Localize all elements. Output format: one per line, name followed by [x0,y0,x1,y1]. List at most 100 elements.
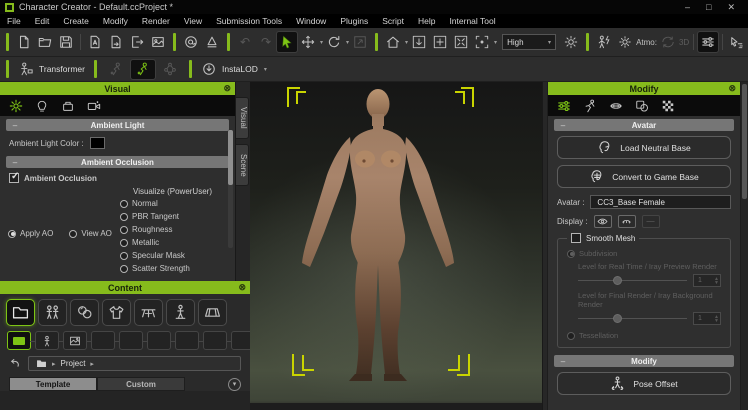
new-project-icon[interactable] [14,32,34,52]
menu-edit[interactable]: Edit [28,16,57,26]
spin-arrows-icon[interactable]: ▲▼ [714,277,720,285]
zoom-extents-icon[interactable] [451,32,471,52]
side-tab-scene[interactable]: Scene [236,144,249,187]
visualize-scatter-strength-radio[interactable]: Scatter Strength [120,262,227,275]
content-list-area[interactable] [0,391,250,410]
subcategory-empty-slot[interactable] [147,331,171,350]
category-accessory-icon[interactable] [134,299,163,326]
menu-window[interactable]: Window [289,16,333,26]
menu-script[interactable]: Script [375,16,411,26]
category-cloth-icon[interactable] [102,299,131,326]
scrollbar-thumb[interactable] [228,130,233,185]
transformer-label[interactable]: Transformer [39,64,85,74]
gizmo-tool-icon[interactable] [727,32,747,52]
stage-tab-icon[interactable] [61,99,75,113]
menu-file[interactable]: File [0,16,28,26]
category-actor-icon[interactable] [38,299,67,326]
final-level-slider[interactable] [578,318,687,319]
visualize-specular-mask-radio[interactable]: Specular Mask [120,249,227,262]
move-options-caret-icon[interactable]: ▾ [320,39,323,46]
subcategory-empty-slot[interactable] [175,331,199,350]
category-animation-icon[interactable] [166,299,195,326]
physics-toggle-icon[interactable] [594,32,614,52]
breadcrumb-project[interactable]: Project [61,359,86,368]
attributes-tab-icon[interactable] [557,99,571,113]
visual-panel-header[interactable]: Visual ⊗ [0,82,235,95]
export-file-icon[interactable] [106,32,126,52]
lighting-icon[interactable] [561,32,581,52]
subcategory-empty-slot[interactable] [91,331,115,350]
menu-render[interactable]: Render [135,16,177,26]
sync-3d-icon[interactable] [658,32,678,52]
subcategory-avatar-icon[interactable] [35,331,59,350]
subdivision-radio[interactable]: Subdivision [567,247,723,260]
convert-to-game-base-button[interactable]: Convert to Game Base [557,165,731,188]
display-settings-tab-icon[interactable] [9,99,23,113]
avatar-section-bar[interactable]: – Avatar [554,119,734,131]
visualize-normal-radio[interactable]: Normal [120,197,227,210]
material-tab-icon[interactable] [635,99,649,113]
subcategory-empty-slot[interactable] [119,331,143,350]
ambient-light-section-bar[interactable]: – Ambient Light [6,119,229,131]
subcategory-empty-slot[interactable] [203,331,227,350]
transformer-icon[interactable] [16,59,36,79]
subcategory-scene-icon[interactable] [63,331,87,350]
display-settings-icon[interactable] [698,32,718,52]
close-button[interactable]: ✕ [727,2,735,13]
category-project-icon[interactable] [6,299,35,326]
ambient-occlusion-section-bar[interactable]: – Ambient Occlusion [6,156,229,168]
modify-panel-close-icon[interactable]: ⊗ [728,82,736,95]
minimize-button[interactable]: – [685,2,690,13]
render-image-icon[interactable] [181,32,201,52]
category-stage-icon[interactable] [198,299,227,326]
open-project-icon[interactable] [35,32,55,52]
visualize-pbr-tangent-radio[interactable]: PBR Tangent [120,210,227,223]
tessellation-radio[interactable]: Tessellation [567,329,723,342]
modify-panel-header[interactable]: Modify ⊗ [548,82,740,95]
home-camera-icon[interactable] [383,32,403,52]
home-options-caret-icon[interactable]: ▾ [405,39,408,46]
collapse-icon[interactable]: – [6,158,24,167]
frame-options-caret-icon[interactable]: ▾ [494,39,497,46]
render-media-icon[interactable] [148,32,168,52]
center-view-icon[interactable] [430,32,450,52]
view-ao-radio[interactable]: View AO [69,227,112,240]
collapse-icon[interactable]: – [554,121,572,130]
frame-selection-icon[interactable] [472,32,492,52]
motion-tab-icon[interactable] [583,99,597,113]
menu-help[interactable]: Help [411,16,442,26]
scale-tool-icon[interactable] [350,32,370,52]
breadcrumb[interactable]: ▸ Project ▸ [28,356,241,371]
scrollbar-thumb[interactable] [742,84,747,199]
content-panel-header[interactable]: Content ⊗ [0,281,250,294]
import-file-icon[interactable] [85,32,105,52]
texture-tab-icon[interactable] [661,99,675,113]
content-panel-close-icon[interactable]: ⊗ [238,281,246,294]
bake-icon[interactable] [202,32,222,52]
redo-icon[interactable]: ↷ [256,32,276,52]
menu-create[interactable]: Create [56,16,96,26]
menu-view[interactable]: View [177,16,209,26]
edit-pose-mode-icon[interactable] [131,60,155,79]
send-to-icon[interactable] [127,32,147,52]
realtime-level-slider[interactable] [578,280,687,281]
final-level-spinbox[interactable]: 1▲▼ [693,312,721,325]
tab-custom[interactable]: Custom [97,377,185,391]
move-tool-icon[interactable] [298,32,318,52]
subcategory-project-icon[interactable] [7,331,31,350]
menu-modify[interactable]: Modify [96,16,135,26]
avatar-name-field[interactable]: CC3_Base Female [590,195,731,209]
breadcrumb-back-icon[interactable] [9,358,21,370]
visual-panel-close-icon[interactable]: ⊗ [223,82,231,95]
rotate-tool-icon[interactable] [324,32,344,52]
collapse-icon[interactable]: – [554,357,572,366]
tab-template[interactable]: Template [9,377,97,391]
menu-internal-tool[interactable]: Internal Tool [442,16,502,26]
transform-tab-icon[interactable] [609,99,623,113]
apply-ao-radio[interactable]: Apply AO [8,227,53,240]
collapse-icon[interactable]: – [6,121,24,130]
visual-scrollbar[interactable] [228,130,233,248]
camera-tab-icon[interactable] [87,99,101,113]
instalod-caret-icon[interactable]: ▾ [264,66,267,73]
rig-hierarchy-icon[interactable] [158,60,182,79]
